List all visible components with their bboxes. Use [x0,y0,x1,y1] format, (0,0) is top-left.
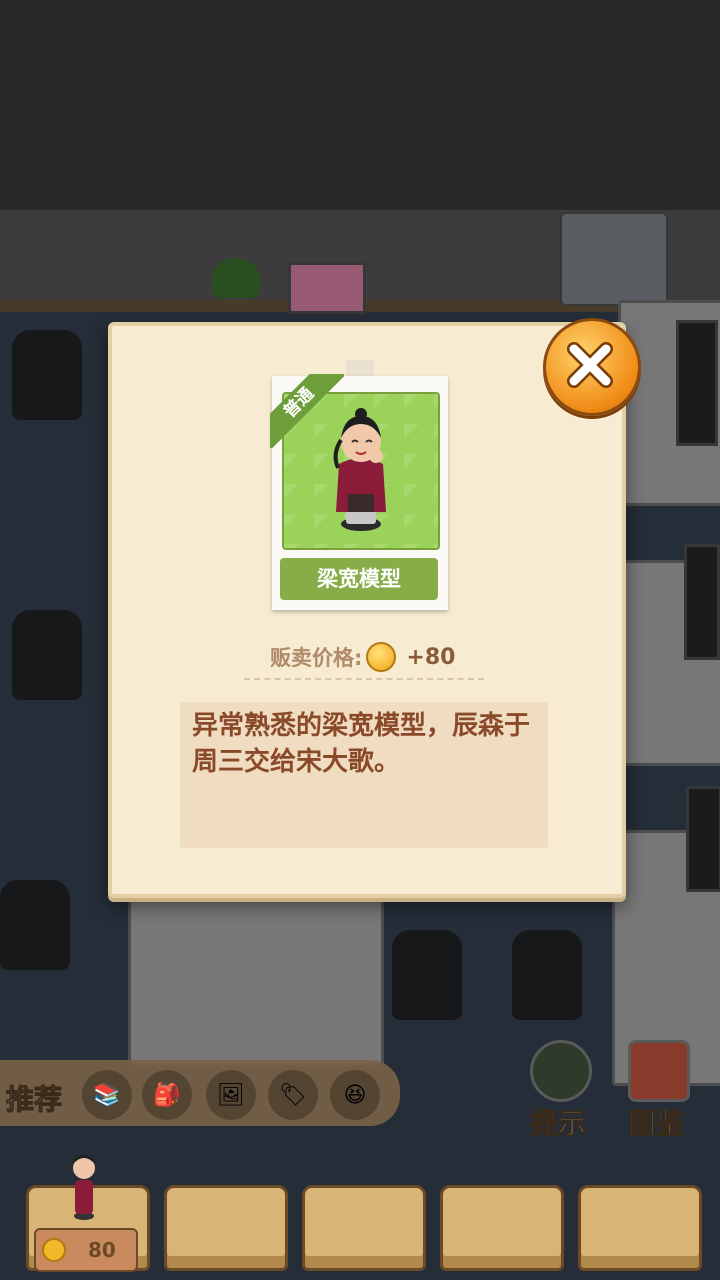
divider [244,678,484,680]
recommend-label: 推荐 [5,1083,63,1117]
rarity-badge: 普通 [270,374,344,448]
catalog-icon [628,1040,690,1102]
coin-count: 80 [88,1238,116,1262]
rarity-ribbon: 普通 [270,374,344,448]
coin-icon [42,1238,66,1262]
recommend-item-sign[interactable]: 🏷 [268,1070,318,1120]
recommend-item-poster[interactable]: 🖼 [206,1070,256,1120]
inventory-slot-3[interactable] [302,1185,426,1271]
recommend-item-bag[interactable]: 🎒 [142,1070,192,1120]
recommend-item-emoji[interactable]: 😆 [330,1070,380,1120]
coin-counter: 80 [34,1228,138,1272]
inventory-slot-5[interactable] [578,1185,702,1271]
item-description: 异常熟悉的梁宽模型，辰森于周三交给宋大歌。 [192,711,531,777]
item-name: 梁宽模型 [280,558,438,600]
inventory-slot-2[interactable] [164,1185,288,1271]
hint-label: 提示 [529,1107,586,1141]
figurine-thumbnail[interactable] [64,1150,104,1222]
price-row: 贩卖价格: +80 [270,640,455,674]
recommend-item-books[interactable]: 📚 [82,1070,132,1120]
close-icon [567,342,613,388]
catalog-button[interactable]: 图鉴 [616,1040,696,1141]
price-value: +80 [406,644,456,670]
close-button[interactable] [543,318,641,416]
catalog-label: 图鉴 [627,1107,684,1141]
price-label: 贩卖价格: [270,646,363,670]
hint-icon [530,1040,592,1102]
inventory-slot-4[interactable] [440,1185,564,1271]
coin-icon [366,642,397,672]
hint-button[interactable]: 提示 [518,1040,598,1141]
